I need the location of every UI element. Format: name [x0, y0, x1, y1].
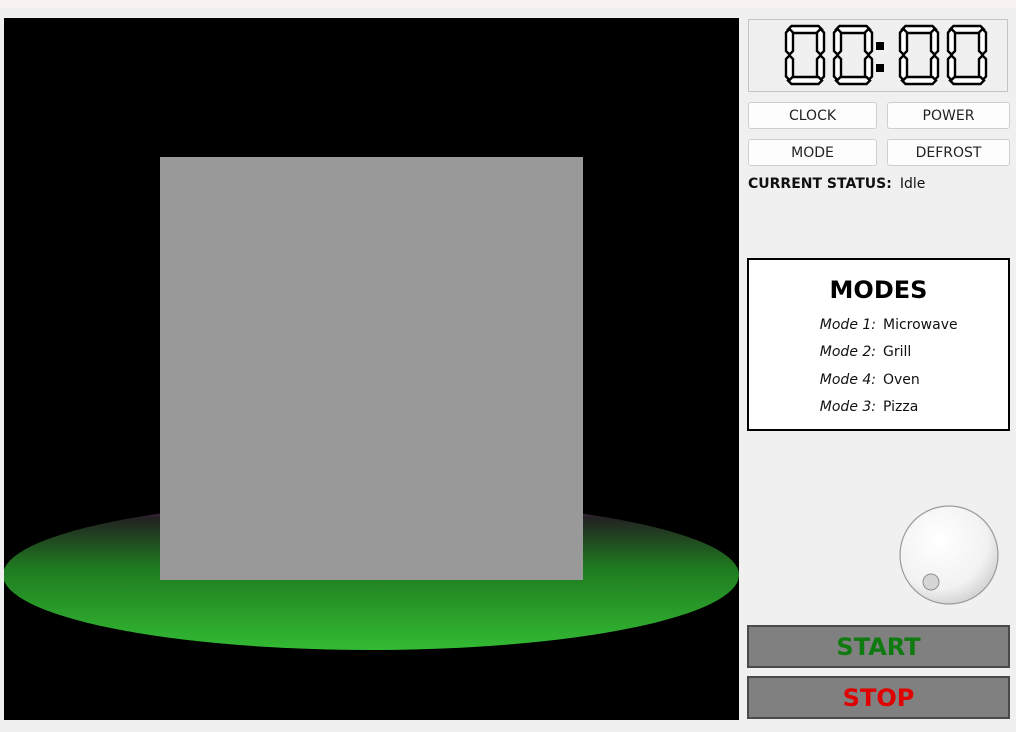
- control-panel: CLOCK POWER MODE DEFROST CURRENT STATUS:…: [747, 18, 1011, 723]
- digit-segment: [863, 27, 874, 57]
- colon-dot: [876, 64, 884, 72]
- mode-label: Mode 4:: [819, 372, 876, 388]
- mode-value: Oven: [883, 372, 920, 388]
- mode-value: Pizza: [883, 399, 919, 415]
- digit-segment: [977, 27, 988, 57]
- food-block: [160, 157, 583, 580]
- mode-row: Mode 2: Grill: [749, 344, 1008, 364]
- digit-segment: [832, 27, 843, 57]
- oven-viewport: [4, 18, 739, 720]
- digit-segment: [946, 53, 957, 82]
- colon-dot: [876, 42, 884, 50]
- status-label: CURRENT STATUS:: [748, 176, 892, 192]
- seven-segment-display: [784, 24, 988, 86]
- mode-row: Mode 3: Pizza: [749, 399, 1008, 419]
- mode-label: Mode 2:: [819, 344, 876, 360]
- modes-title: MODES: [829, 276, 928, 304]
- digit-segment: [815, 27, 826, 57]
- timer-knob[interactable]: [897, 503, 1001, 607]
- start-button[interactable]: START: [747, 625, 1010, 668]
- digit-segment: [784, 53, 795, 82]
- power-button[interactable]: POWER: [887, 102, 1010, 129]
- time-display: [748, 19, 1008, 92]
- mode-row: Mode 1: Microwave: [749, 317, 1008, 337]
- digit-segment: [784, 27, 795, 57]
- mode-value: Microwave: [883, 317, 958, 333]
- clock-button[interactable]: CLOCK: [748, 102, 877, 129]
- mode-label: Mode 3:: [819, 399, 876, 415]
- defrost-button[interactable]: DEFROST: [887, 139, 1010, 166]
- digit-segment: [898, 27, 909, 57]
- modes-legend: MODES Mode 1: Microwave Mode 2: Grill Mo…: [747, 258, 1010, 431]
- mode-value: Grill: [883, 344, 912, 360]
- title-strip: [0, 0, 1016, 8]
- oven-scene: [4, 157, 739, 650]
- digit-segment: [832, 53, 843, 82]
- mode-row: Mode 4: Oven: [749, 372, 1008, 392]
- digit-segment: [946, 27, 957, 57]
- status-value: Idle: [899, 176, 926, 192]
- mode-label: Mode 1:: [819, 317, 876, 333]
- knob-indicator-icon: [922, 573, 940, 591]
- digit-segment: [929, 27, 940, 57]
- current-status: CURRENT STATUS: Idle: [748, 176, 1010, 196]
- mode-button[interactable]: MODE: [748, 139, 877, 166]
- digit-segment: [898, 53, 909, 82]
- stop-button[interactable]: STOP: [747, 676, 1010, 719]
